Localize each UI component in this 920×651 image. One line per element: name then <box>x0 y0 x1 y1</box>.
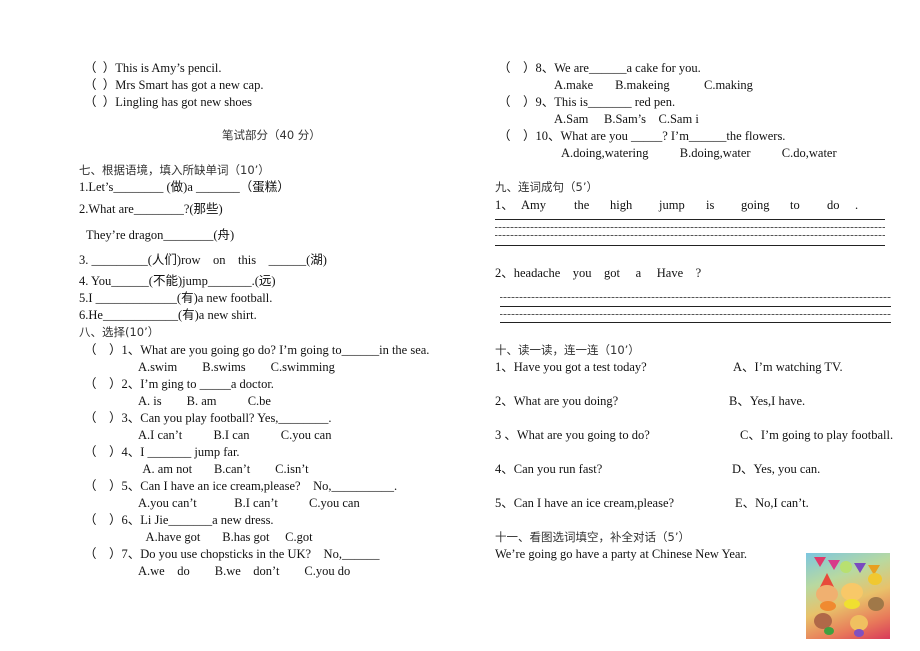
answer-line[interactable] <box>500 322 891 323</box>
written-part-title: 笔试部分（40 分） <box>222 128 321 142</box>
choice-question: （ ）4、I _______ jump far. <box>84 445 240 459</box>
choice-question: （ ）1、What are you going go do? I’m going… <box>84 343 430 357</box>
child-figure <box>844 599 860 609</box>
section7-item: 5.I _____________(有)a new football. <box>79 291 273 305</box>
section10-title: 十、读一读，连一连（10’） <box>495 343 640 357</box>
answer-line[interactable] <box>495 227 885 228</box>
section9-item-1: 1、 Amy the high jump is going to do . <box>495 197 865 213</box>
choice-question: （ ）3、Can you play football? Yes,________… <box>84 411 332 425</box>
section7-item: They’re dragon________(舟) <box>86 228 235 242</box>
section7-title: 七、根据语境，填入所缺单词（10’） <box>79 163 270 177</box>
choice-options: A. am not B.can’t C.isn’t <box>140 462 309 476</box>
section8-title: 八、选择(10’） <box>79 325 160 339</box>
section7-item: 1.Let’s________ (做)a _______（蛋糕） <box>79 180 290 194</box>
answer-line[interactable] <box>500 306 891 307</box>
party-illustration <box>806 553 890 639</box>
section9-title: 九、连词成句（5’） <box>495 180 598 194</box>
choice-options: A.doing,watering B.doing,water C.do,wate… <box>561 146 837 160</box>
choice-question: （ ）7、Do you use chopsticks in the UK? No… <box>84 547 380 561</box>
balloon <box>868 573 882 585</box>
scrambled-word: . <box>855 198 859 212</box>
choice-options: A.make B.makeing C.making <box>554 78 753 92</box>
choice-question: （ ）8、We are______a cake for you. <box>498 61 701 75</box>
scrambled-word: do <box>827 198 840 212</box>
answer-line[interactable] <box>495 219 885 220</box>
scrambled-word: is <box>706 198 715 212</box>
item-number: 1、 <box>495 198 514 212</box>
match-answer: D、Yes, you can. <box>732 462 821 476</box>
choice-options: A.I can’t B.I can C.you can <box>138 428 332 442</box>
answer-line[interactable] <box>495 235 885 236</box>
section9-item-2: 2、headache you got a Have ? <box>495 266 702 280</box>
match-answer: A、I’m watching TV. <box>733 360 843 374</box>
choice-question: （ ）9、This is_______ red pen. <box>498 95 676 109</box>
match-question: 5、Can I have an ice cream,please? <box>495 496 675 510</box>
choice-question: （ ）2、I’m ging to _____a doctor. <box>84 377 274 391</box>
listening-item-2: （ ）Mrs Smart has got a new cap. <box>84 78 264 92</box>
section7-item: 2.What are________?(那些) <box>79 202 223 216</box>
section7-item: 4. You______(不能)jump_______.(远) <box>79 274 276 288</box>
choice-question: （ ）10、What are you _____? I’m______the f… <box>498 129 786 143</box>
bunting-flag <box>814 557 826 567</box>
scrambled-word: jump <box>659 198 685 212</box>
child-figure <box>820 601 836 611</box>
choice-options: A.Sam B.Sam’s C.Sam i <box>554 112 699 126</box>
scrambled-word: the <box>574 198 590 212</box>
balloon <box>840 561 852 573</box>
match-question: 1、Have you got a test today? <box>495 360 647 374</box>
bunting-flag <box>828 560 840 570</box>
answer-line[interactable] <box>500 314 891 315</box>
listening-item-1: （ ）This is Amy’s pencil. <box>84 61 222 75</box>
scrambled-word: Amy <box>521 198 546 212</box>
child-figure <box>824 627 834 635</box>
scrambled-word: going <box>741 198 770 212</box>
choice-options: A.swim B.swims C.swimming <box>138 360 335 374</box>
choice-options: A.you can’t B.I can’t C.you can <box>138 496 360 510</box>
match-question: 2、What are you doing? <box>495 394 619 408</box>
scrambled-word: to <box>790 198 800 212</box>
child-figure <box>868 597 884 611</box>
match-answer: B、Yes,I have. <box>729 394 806 408</box>
bunting-flag <box>854 563 866 573</box>
section7-item: 6.He____________(有)a new shirt. <box>79 308 257 322</box>
choice-options: A.we do B.we don’t C.you do <box>138 564 351 578</box>
section11-sentence: We’re going go have a party at Chinese N… <box>495 547 748 561</box>
section11-title: 十一、看图选词填空，补全对话（5’） <box>495 530 690 544</box>
listening-item-3: （ ）Lingling has got new shoes <box>84 95 253 109</box>
match-answer: C、I’m going to play football. <box>740 428 894 442</box>
answer-line[interactable] <box>495 245 885 246</box>
match-answer: E、No,I can’t. <box>735 496 809 510</box>
child-figure <box>854 629 864 637</box>
choice-options: A. is B. am C.be <box>138 394 271 408</box>
choice-options: A.have got B.has got C.got <box>140 530 313 544</box>
scrambled-word: high <box>610 198 633 212</box>
section7-item: 3. _________(人们)row on this ______(湖) <box>79 253 327 267</box>
choice-question: （ ）6、Li Jie_______a new dress. <box>84 513 274 527</box>
choice-question: （ ）5、Can I have an ice cream,please? No,… <box>84 479 398 493</box>
answer-line[interactable] <box>500 297 891 298</box>
match-question: 3 、What are you going to do? <box>495 428 650 442</box>
match-question: 4、Can you run fast? <box>495 462 603 476</box>
